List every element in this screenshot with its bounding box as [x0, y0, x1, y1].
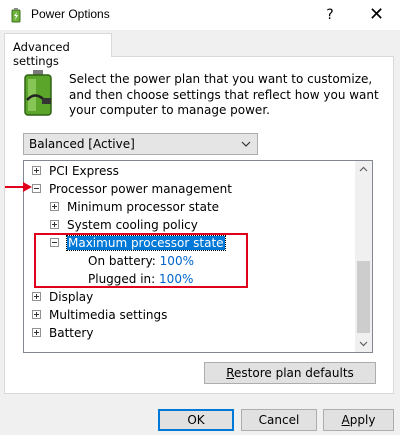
- tree-item-label: System cooling policy: [67, 218, 198, 232]
- expand-icon[interactable]: [32, 328, 41, 337]
- expand-icon[interactable]: [50, 202, 59, 211]
- scroll-up-icon[interactable]: [355, 161, 372, 178]
- tree-item-label: PCI Express: [49, 164, 119, 178]
- tree-item-system-cooling-policy[interactable]: System cooling policy: [50, 216, 198, 234]
- scroll-down-icon[interactable]: [355, 335, 372, 352]
- tree-item-label: Minimum processor state: [67, 200, 220, 214]
- tree-item-label: Processor power management: [49, 182, 232, 196]
- plan-description: Select the power plan that you want to c…: [69, 72, 379, 117]
- annotation-arrow-icon: [5, 182, 32, 192]
- annotation-highlight-box: [34, 233, 248, 288]
- power-plan-selected: Balanced [Active]: [29, 137, 135, 151]
- tree-item-minimum-processor-state[interactable]: Minimum processor state: [50, 198, 219, 216]
- restore-plan-defaults-button[interactable]: Restore plan defaults: [204, 362, 376, 384]
- tree-item-label: Display: [49, 290, 94, 304]
- tab-advanced-settings[interactable]: Advanced settings: [4, 33, 112, 68]
- scroll-thumb[interactable]: [357, 261, 370, 333]
- button-label: estore plan defaults: [234, 366, 354, 380]
- expand-icon[interactable]: [32, 310, 41, 319]
- help-button[interactable]: ?: [307, 0, 353, 30]
- window-title: Power Options: [31, 7, 110, 21]
- chevron-down-icon: [241, 141, 251, 147]
- tree-item-processor-power-management[interactable]: Processor power management: [32, 180, 232, 198]
- expand-icon[interactable]: [32, 166, 41, 175]
- close-button[interactable]: ✕: [353, 0, 400, 30]
- battery-plan-icon: [24, 70, 52, 116]
- apply-button[interactable]: Apply: [323, 409, 394, 431]
- access-key: A: [341, 413, 350, 427]
- tree-item-battery[interactable]: Battery: [32, 324, 93, 342]
- tree-scrollbar[interactable]: [355, 161, 372, 352]
- collapse-icon[interactable]: [32, 184, 41, 193]
- access-key: R: [226, 366, 235, 380]
- tree-item-label: Multimedia settings: [49, 308, 168, 322]
- tree-item-pci-express[interactable]: PCI Express: [32, 162, 119, 180]
- power-plan-dropdown[interactable]: Balanced [Active]: [23, 133, 258, 155]
- ok-button[interactable]: OK: [158, 409, 234, 431]
- power-options-icon: [11, 8, 21, 23]
- tree-item-label: Battery: [49, 326, 94, 340]
- tree-item-multimedia-settings[interactable]: Multimedia settings: [32, 306, 167, 324]
- expand-icon[interactable]: [50, 220, 59, 229]
- expand-icon[interactable]: [32, 292, 41, 301]
- tree-item-display[interactable]: Display: [32, 288, 93, 306]
- button-label: pply: [349, 413, 376, 427]
- title-bar: Power Options ? ✕: [0, 0, 400, 30]
- cancel-button[interactable]: Cancel: [241, 409, 317, 431]
